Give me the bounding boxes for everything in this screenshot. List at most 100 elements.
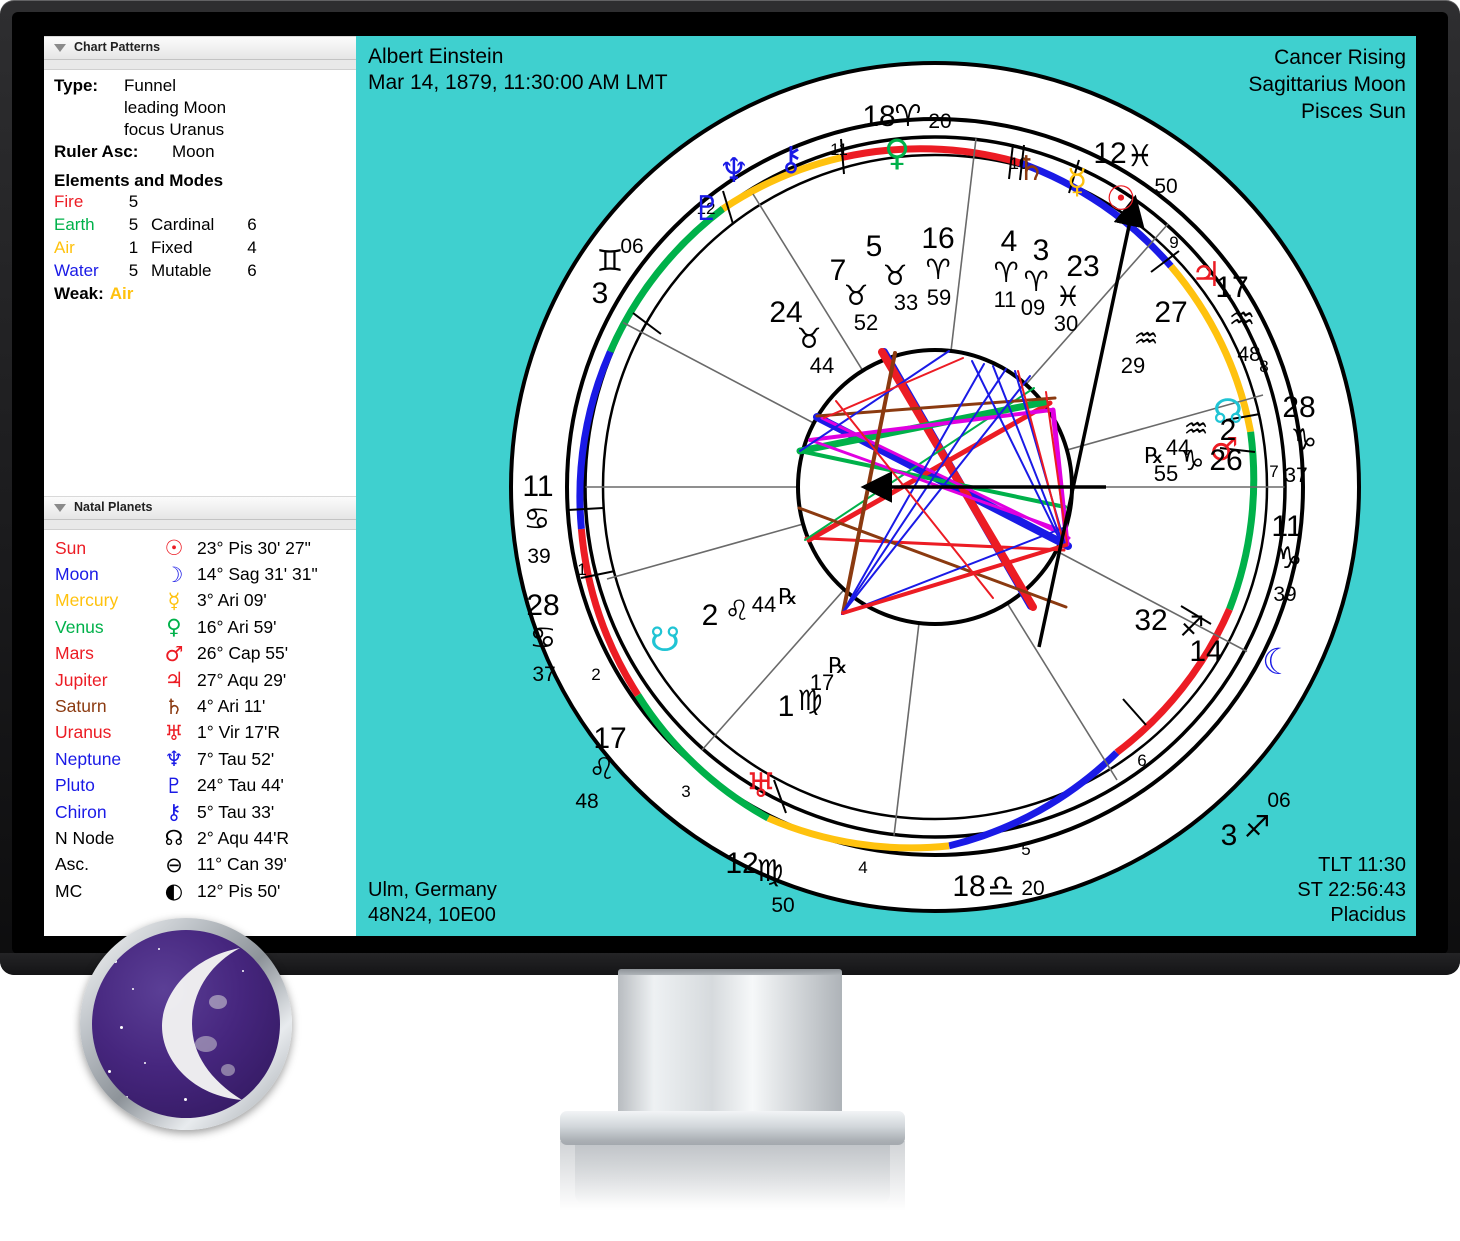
- venus-icon: ♀: [152, 614, 196, 640]
- svg-text:♌: ♌: [589, 752, 616, 787]
- uranus-icon: ♅: [152, 720, 196, 746]
- planet-name: Mars: [54, 641, 152, 667]
- star-icon: [144, 1062, 146, 1064]
- panel-title: Chart Patterns: [74, 40, 160, 54]
- table-row[interactable]: Moon☽14° Sag 31' 31": [54, 561, 319, 587]
- table-row[interactable]: Neptune♆7° Tau 52': [54, 746, 319, 772]
- svg-text:20: 20: [1021, 877, 1044, 900]
- ruler-asc-value: Moon: [172, 142, 215, 162]
- svg-text:3: 3: [592, 277, 609, 310]
- svg-text:39: 39: [1273, 583, 1296, 606]
- disclosure-triangle-icon[interactable]: [54, 44, 66, 52]
- mercury-icon: ☿: [1067, 162, 1088, 202]
- svg-text:♈: ♈: [1023, 265, 1048, 298]
- svg-text:52: 52: [854, 310, 878, 335]
- svg-text:3: 3: [681, 782, 690, 801]
- table-row[interactable]: Pluto♇24° Tau 44': [54, 773, 319, 799]
- panel-subbar: [44, 60, 356, 70]
- svg-text:℞: ℞: [778, 585, 798, 610]
- saturn-icon: ♄: [1016, 149, 1046, 189]
- planet-name: Saturn: [54, 693, 152, 719]
- element-name-fire: Fire: [54, 192, 116, 215]
- svg-text:℞: ℞: [828, 654, 848, 679]
- neptune-icon: ♆: [152, 746, 196, 772]
- svg-text:11: 11: [830, 140, 848, 159]
- svg-text:50: 50: [771, 894, 794, 916]
- sidebar: Chart Patterns Type: Funnel leading Moon…: [44, 36, 357, 936]
- uranus-icon: ♅: [746, 766, 776, 806]
- svg-text:♒: ♒: [1229, 302, 1256, 337]
- table-row[interactable]: Jupiter♃27° Aqu 29': [54, 667, 319, 693]
- svg-text:9: 9: [1169, 233, 1178, 252]
- planet-name: Venus: [54, 614, 152, 640]
- monitor-neck: [618, 975, 842, 1123]
- panel-header-natal-planets[interactable]: Natal Planets: [44, 496, 356, 520]
- panel-subbar: [44, 520, 356, 530]
- table-row[interactable]: Sun☉23° Pis 30' 27": [54, 535, 319, 561]
- table-row[interactable]: Venus♀16° Ari 59': [54, 614, 319, 640]
- svg-text:48: 48: [575, 790, 598, 813]
- svg-text:44: 44: [752, 592, 776, 617]
- svg-text:18: 18: [952, 870, 985, 903]
- screenshot-root: Chart Patterns Type: Funnel leading Moon…: [0, 0, 1460, 1241]
- planet-position: 11° Can 39': [196, 852, 319, 878]
- svg-text:4: 4: [858, 858, 867, 877]
- element-count-fire: 5: [116, 192, 151, 215]
- disclosure-triangle-icon[interactable]: [54, 504, 66, 512]
- mode-count-mutable: 6: [237, 261, 267, 284]
- app-logo-badge[interactable]: [80, 918, 292, 1130]
- moon-icon: ☽: [152, 561, 196, 587]
- svg-text:28: 28: [1282, 391, 1315, 424]
- panel-header-chart-patterns[interactable]: Chart Patterns: [44, 36, 356, 60]
- monitor-reflection: [575, 1144, 890, 1204]
- mode-spacer: [151, 192, 237, 215]
- ruler-asc-label: Ruler Asc:: [54, 142, 172, 162]
- svg-text:8: 8: [1259, 357, 1268, 376]
- svg-text:29: 29: [1121, 353, 1145, 378]
- star-icon: [120, 1026, 123, 1029]
- table-row[interactable]: Mercury☿3° Ari 09': [54, 588, 319, 614]
- element-name-water: Water: [54, 261, 116, 284]
- svg-text:♑: ♑: [1276, 541, 1303, 576]
- table-row[interactable]: Mars♂26° Cap 55': [54, 641, 319, 667]
- mode-name-mutable: Mutable: [151, 261, 237, 284]
- svg-text:3: 3: [1033, 234, 1050, 267]
- star-icon: [108, 1070, 111, 1073]
- svg-text:♉: ♉: [843, 279, 868, 312]
- planet-position: 26° Cap 55': [196, 641, 319, 667]
- element-count-earth: 5: [116, 215, 151, 238]
- table-row[interactable]: Uranus♅1° Vir 17'R: [54, 720, 319, 746]
- mode-name-fixed: Fixed: [151, 238, 237, 261]
- planet-position: 4° Ari 11': [196, 693, 319, 719]
- svg-text:♈: ♈: [925, 253, 950, 286]
- svg-text:12: 12: [1093, 137, 1126, 170]
- table-row[interactable]: Chiron⚷5° Tau 33': [54, 799, 319, 825]
- svg-text:♋: ♋: [524, 502, 551, 537]
- svg-text:1: 1: [577, 560, 586, 579]
- south-node-icon: ☋: [650, 620, 680, 660]
- mode-name-cardinal: Cardinal: [151, 215, 237, 238]
- svg-text:09: 09: [1021, 295, 1045, 320]
- svg-text:50: 50: [1154, 175, 1177, 198]
- svg-text:3: 3: [1221, 819, 1238, 852]
- svg-text:37: 37: [1284, 464, 1307, 487]
- svg-text:♒: ♒: [1133, 322, 1158, 355]
- moon-icon: ☾: [1262, 642, 1294, 683]
- table-row[interactable]: MC◐12° Pis 50': [54, 878, 319, 904]
- mercury-icon: ☿: [152, 588, 196, 614]
- svg-text:11: 11: [994, 287, 1017, 312]
- table-row[interactable]: Saturn♄4° Ari 11': [54, 693, 319, 719]
- birth-coords: 48N24, 10E00: [368, 903, 497, 928]
- mode-count-fixed: 4: [237, 238, 267, 261]
- astrology-wheel[interactable]: 18 ♈ 20 12 ♓ 50 17 ♒ 48 28 ♑: [506, 58, 1364, 916]
- venus-icon: ♀: [884, 133, 910, 174]
- svg-text:♋: ♋: [530, 621, 557, 656]
- planet-position: 5° Tau 33': [196, 799, 319, 825]
- planet-position: 24° Tau 44': [196, 773, 319, 799]
- svg-text:11: 11: [1271, 510, 1302, 543]
- table-row[interactable]: N Node☊2° Aqu 44'R: [54, 825, 319, 851]
- table-row[interactable]: Asc.⊖11° Can 39': [54, 852, 319, 878]
- chart-footer-left: Ulm, Germany 48N24, 10E00: [368, 878, 497, 928]
- planet-position: 12° Pis 50': [196, 878, 319, 904]
- planet-name: Uranus: [54, 720, 152, 746]
